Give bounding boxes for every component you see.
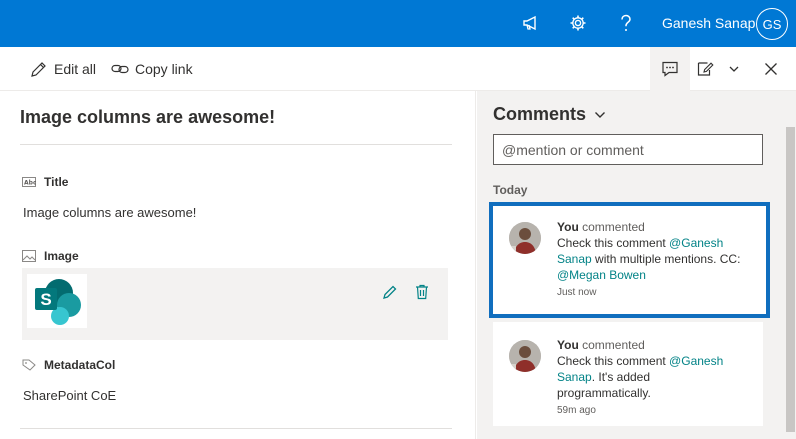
field-value-metadatacol[interactable]: SharePoint CoE [23, 388, 116, 403]
avatar [509, 340, 541, 372]
comments-title: Comments [493, 104, 587, 124]
text-field-icon: Abc [22, 177, 36, 187]
image-field-value[interactable]: S [22, 268, 448, 340]
comment-body: You commented Check this comment @Ganesh… [557, 337, 747, 419]
suite-bar: Ganesh Sanap GS [0, 0, 796, 47]
image-field-icon [22, 250, 36, 262]
edit-all-button[interactable]: Edit all [30, 47, 96, 91]
comment-card[interactable]: You commented Check this comment @Ganesh… [493, 322, 763, 426]
mention-link[interactable]: @Megan Bowen [557, 268, 646, 282]
link-icon [111, 64, 129, 74]
sharepoint-logo: S [27, 274, 87, 328]
edit-form-button[interactable] [692, 47, 720, 91]
comment-input[interactable] [493, 134, 763, 165]
avatar [509, 222, 541, 254]
megaphone-icon[interactable] [520, 11, 544, 35]
chevron-down-button[interactable] [722, 47, 746, 91]
pencil-icon [31, 62, 46, 77]
user-name[interactable]: Ganesh Sanap [662, 15, 755, 31]
field-label-image: Image [22, 249, 79, 263]
divider [20, 428, 452, 429]
edit-form-icon [697, 62, 714, 76]
command-bar: Edit all Copy link [0, 47, 796, 91]
comment-toggle-button[interactable] [650, 47, 690, 91]
chevron-down-icon [595, 111, 606, 118]
tag-icon [22, 359, 36, 371]
comment-icon [662, 61, 678, 77]
comments-pane: Comments Today You commented Check this … [477, 91, 796, 439]
comment-timestamp: 59m ago [557, 405, 596, 416]
edit-all-label: Edit all [54, 61, 97, 77]
comments-header[interactable]: Comments [493, 104, 606, 125]
help-icon[interactable] [614, 11, 638, 35]
item-title: Image columns are awesome! [20, 107, 276, 127]
field-label-metadatacol: MetadataCol [22, 358, 115, 372]
group-label-today: Today [493, 183, 528, 197]
scrollbar-thumb[interactable] [786, 127, 795, 432]
copy-link-button[interactable]: Copy link [111, 47, 193, 91]
comment-body: You commented Check this comment @Ganesh… [557, 219, 747, 301]
field-label-title: Abc Title [22, 175, 69, 189]
avatar[interactable]: GS [756, 8, 788, 40]
comments-scrollbar[interactable] [783, 91, 796, 439]
divider [20, 144, 452, 145]
close-icon [765, 63, 777, 75]
svg-text:S: S [40, 290, 51, 309]
item-form-pane: Image columns are awesome! Abc Title Ima… [0, 91, 476, 439]
comment-timestamp: Just now [557, 287, 597, 298]
comment-card[interactable]: You commented Check this comment @Ganesh… [489, 202, 770, 318]
edit-image-icon[interactable] [380, 282, 400, 302]
delete-image-icon[interactable] [412, 282, 432, 302]
close-button[interactable] [756, 47, 786, 91]
gear-icon[interactable] [566, 11, 590, 35]
copy-link-label: Copy link [135, 61, 193, 77]
svg-text:Abc: Abc [24, 180, 36, 187]
field-value-title[interactable]: Image columns are awesome! [23, 205, 196, 220]
chevron-down-icon [729, 66, 739, 72]
